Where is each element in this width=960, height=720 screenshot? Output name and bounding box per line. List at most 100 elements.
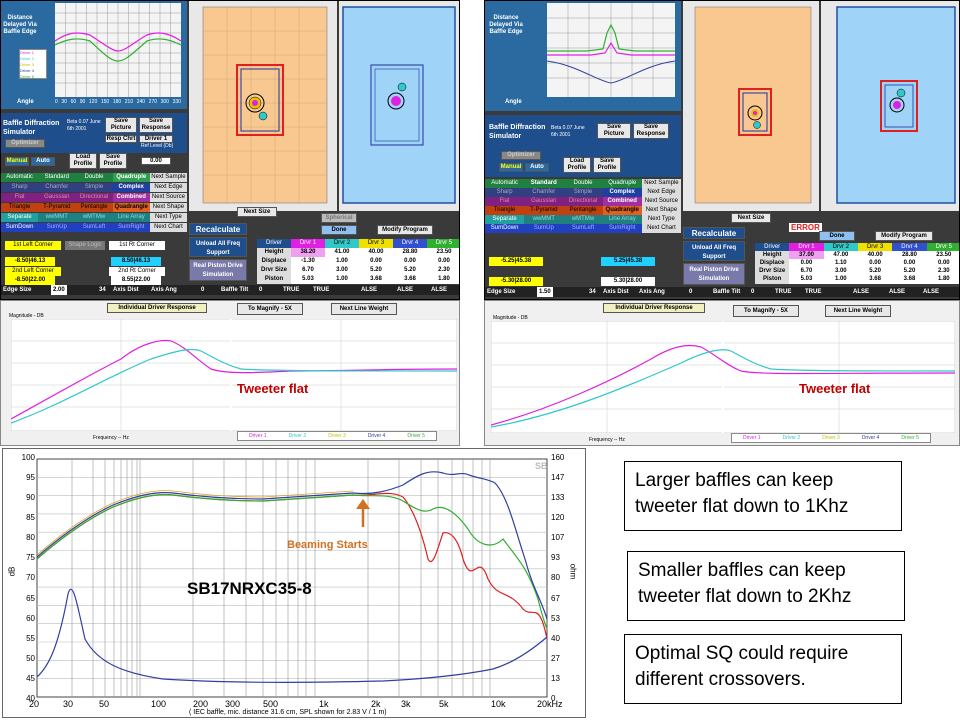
first-right-value[interactable]: 8.50|46.13 [111,257,161,266]
grid-row-6: SumDown SumUp SumLeft SumRight Next Char… [1,223,188,232]
right-next-line-weight-button[interactable]: Next Line Weight [825,305,891,317]
right-individual-driver-response-button[interactable]: Individual Driver Response [603,303,705,313]
option-grid: Automatic Standard Double Quadruple Next… [1,173,188,237]
next-size-button[interactable]: Next Size [237,207,277,217]
done-button[interactable]: Done [321,225,357,235]
right-real-piston-button[interactable]: Real Piston Drive Simulation [683,263,745,285]
save-picture-button[interactable]: Save Picture [105,117,137,133]
right-to-magnify-button[interactable]: To Magnify - 5X [733,305,799,317]
right-next-size-button[interactable]: Next Size [731,213,771,223]
flag-4[interactable]: ALSE [397,285,413,295]
baffle-tilt-value[interactable]: 0 [259,285,262,295]
axis-ang-value[interactable]: 0 [201,285,204,295]
flag-1[interactable]: TRUE [283,285,299,295]
right-save-response-button[interactable]: Save Response [633,123,669,139]
right-done-button[interactable]: Done [819,231,855,241]
load-profile-button[interactable]: Load Profile [69,153,97,169]
opt-next-chart[interactable]: Next Chart [149,223,188,232]
opt-wwmmt[interactable]: wwMMT [38,213,76,222]
right-save-picture-button[interactable]: Save Picture [597,123,631,139]
right-manual-button[interactable]: Manual [499,163,523,172]
auto-button[interactable]: Auto [31,157,55,166]
driver-size-row[interactable]: Drvr Size 6.70 3.00 5.20 5.20 2.30 [257,266,459,275]
right-app-title: Baffle Diffraction Simulator [489,124,546,140]
opt-flat[interactable]: Flat [1,193,39,202]
right-save-profile-button[interactable]: Save Profile [593,157,621,173]
opt-next-source[interactable]: Next Source [149,193,188,202]
second-right-value[interactable]: 8.55|22.00 [111,276,161,285]
opt-sumdown[interactable]: SumDown [1,223,39,232]
right-angle-label: Angle [505,99,522,105]
right-auto-button[interactable]: Auto [525,163,549,172]
right-unload-all-button[interactable]: Unload All Freq Support [683,241,745,261]
right-first-left-value[interactable]: -5.25|45.38 [489,257,543,266]
opt-next-type[interactable]: Next Type [149,213,188,222]
opt-complex[interactable]: Complex [112,183,150,192]
opt-quadruple[interactable]: Quadruple [112,173,150,182]
second-left-value[interactable]: -8.50|22.00 [5,276,55,285]
left-response-panel: Individual Driver Response To Magnify - … [0,300,460,446]
right-recalculate-button[interactable]: Recalculate [683,227,745,239]
baffle-tilt-label: Baffle Tilt [221,287,249,293]
right-annotation: Tweeter flat [799,381,871,396]
opt-standard[interactable]: Standard [38,173,76,182]
opt-gaussian[interactable]: Gaussian [38,193,76,202]
save-profile-button[interactable]: Save Profile [99,153,127,169]
unload-all-button[interactable]: Unload All Freq Support [189,237,247,257]
opt-quadrangle[interactable]: Quadrangle [112,203,150,212]
right-first-right-value[interactable]: 5.25|45.38 [601,257,655,266]
opt-sumup[interactable]: SumUp [38,223,76,232]
opt-double[interactable]: Double [75,173,113,182]
opt-automatic[interactable]: Automatic [1,173,39,182]
beaming-annotation: Beaming Starts [287,539,368,551]
left-annotation: Tweeter flat [237,381,309,396]
flag-2[interactable]: TRUE [313,285,329,295]
right-driver-piston-row[interactable]: Piston 5.03 1.00 3.68 3.68 1.80 [755,275,959,284]
real-piston-button[interactable]: Real Piston Drive Simulation [189,259,247,281]
opt-wmtmw[interactable]: wMTMw [75,213,113,222]
right-load-profile-button[interactable]: Load Profile [563,157,591,173]
opt-simple[interactable]: Simple [75,183,113,192]
opt-chamfer[interactable]: Chamfer [38,183,76,192]
opt-sumright[interactable]: SumRight [112,223,150,232]
save-response-button[interactable]: Save Response [139,117,173,133]
driver-select[interactable]: Driver 1 [139,135,173,143]
right-modify-program-button[interactable]: Modify Program [875,231,933,241]
spherical-button[interactable]: Spherical [321,213,357,223]
right-optimizer-button[interactable]: Optimizer [501,151,541,160]
resp-chrt-select[interactable]: Resp Chrt [105,135,137,143]
driver-piston-row[interactable]: Piston 5.03 1.00 3.68 3.68 1.80 [257,275,459,284]
flag-5[interactable]: ALSE [431,285,447,295]
opt-line-array[interactable]: Line Array [112,213,150,222]
right-second-left-value[interactable]: -5.30|28.00 [489,277,543,286]
right-edge-size-value[interactable]: 1.50 [537,287,553,297]
opt-separate[interactable]: Separate [1,213,39,222]
first-left-value[interactable]: -8.50|46.13 [5,257,55,266]
axis-dist-value[interactable]: 34 [99,285,106,295]
next-line-weight-button[interactable]: Next Line Weight [331,303,397,315]
opt-sharp[interactable]: Sharp [1,183,39,192]
right-second-right-value[interactable]: 5.30|28.00 [601,277,655,286]
driver-height-row[interactable]: Height 38.20 41.00 40.00 28.80 23.50 [257,248,459,257]
ref-level-value[interactable]: 0.00 [141,157,171,165]
opt-t-pyramid[interactable]: T-Pyramid [38,203,76,212]
manual-button[interactable]: Manual [5,157,29,166]
left-simulator-window: Distance Delayed Via Baffle Edge Driver … [0,0,460,300]
opt-sumleft[interactable]: SumLeft [75,223,113,232]
opt-next-edge[interactable]: Next Edge [149,183,188,192]
edge-size-value[interactable]: 2.00 [51,285,67,295]
opt-next-shape[interactable]: Next Shape [149,203,188,212]
opt-pentangle[interactable]: Pentangle [75,203,113,212]
opt-triangle[interactable]: Triangle [1,203,39,212]
opt-directional[interactable]: Directional [75,193,113,202]
to-magnify-button[interactable]: To Magnify - 5X [237,303,303,315]
modify-program-button[interactable]: Modify Program [377,225,433,235]
opt-next-sample[interactable]: Next Sample [149,173,188,182]
response-xlabel: Frequency -- Hz [93,435,129,441]
driver-displace-row[interactable]: Displace -1.30 1.00 0.00 0.00 0.00 [257,257,459,266]
recalculate-button[interactable]: Recalculate [189,223,247,235]
flag-3[interactable]: ALSE [361,285,377,295]
individual-driver-response-button[interactable]: Individual Driver Response [107,303,207,313]
opt-combined[interactable]: Combined [112,193,150,202]
optimizer-button[interactable]: Optimizer [5,139,45,148]
